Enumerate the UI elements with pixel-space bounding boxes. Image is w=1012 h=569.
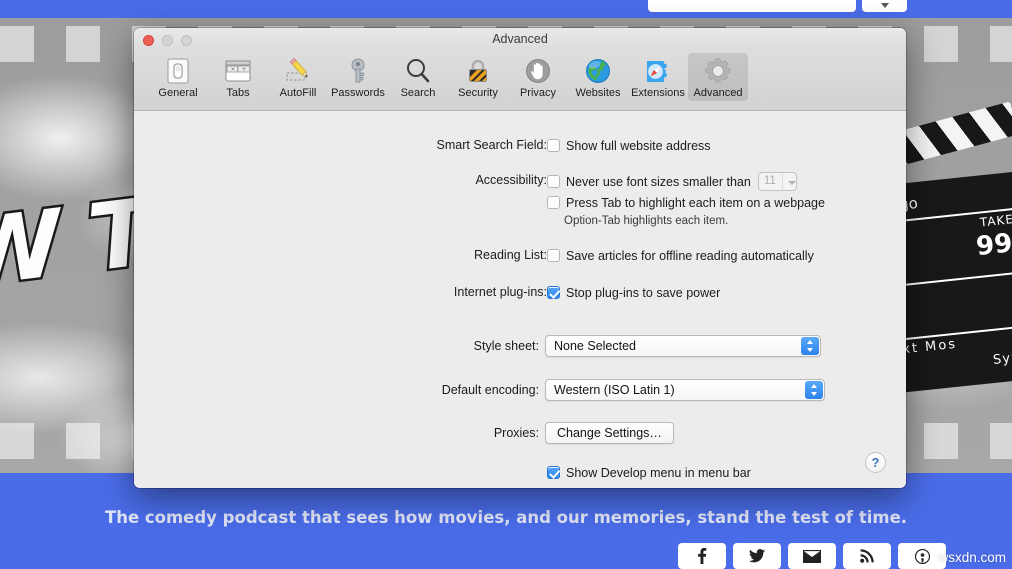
toolbar-label: General [158, 87, 198, 99]
stop-plugins-checkbox[interactable] [547, 286, 560, 299]
min-font-size-checkbox[interactable] [547, 175, 560, 188]
smart-search-label: Smart Search Field: [436, 138, 547, 152]
toolbar-item-privacy[interactable]: Privacy [508, 53, 568, 101]
site-tagline: The comedy podcast that sees how movies,… [104, 508, 908, 527]
accessibility-font-size-control: Never use font sizes smaller than 11 [547, 172, 797, 191]
tabs-icon: × + [225, 60, 251, 82]
toolbar-label: Security [458, 87, 498, 99]
updown-chevrons-icon [805, 381, 823, 399]
stop-plugins-label: Stop plug-ins to save power [566, 286, 721, 300]
twitter-icon[interactable] [733, 543, 781, 569]
passwords-icon [351, 58, 365, 83]
proxies-control: Change Settings… [545, 422, 674, 444]
facebook-glyph [698, 548, 707, 564]
maximize-button[interactable] [181, 35, 192, 46]
envelope-glyph [803, 549, 821, 563]
window-titlebar: Advanced [134, 28, 906, 51]
search-icon [407, 59, 430, 83]
toolbar-label: Advanced [693, 87, 743, 99]
accessibility-tab-control: Press Tab to highlight each item on a we… [547, 194, 825, 212]
window-title: Advanced [492, 32, 548, 46]
updown-chevrons-icon [801, 337, 819, 355]
style-sheet-value: None Selected [554, 339, 637, 353]
social-links [678, 543, 946, 569]
style-sheet-popup[interactable]: None Selected [545, 335, 821, 357]
minimize-button[interactable] [162, 35, 173, 46]
site-search-input[interactable] [648, 0, 856, 12]
site-top-bar [0, 0, 1012, 18]
show-develop-menu-label: Show Develop menu in menu bar [566, 466, 751, 480]
toolbar-item-tabs[interactable]: × + Tabs [208, 53, 268, 101]
preferences-window: Advanced General × + Tabs AutoFill Passw… [134, 28, 906, 488]
toolbar-label: Extensions [631, 87, 685, 99]
rss-glyph [860, 549, 874, 563]
min-font-size-value: 11 [763, 175, 776, 187]
security-icon [469, 59, 487, 82]
develop-menu-control: Show Develop menu in menu bar [547, 464, 751, 482]
reading-list-label: Reading List: [474, 248, 547, 262]
default-encoding-popup[interactable]: Western (ISO Latin 1) [545, 379, 825, 401]
help-button[interactable]: ? [865, 452, 886, 473]
toolbar-label: Privacy [519, 87, 557, 99]
caret-down-icon [880, 3, 889, 8]
general-icon [167, 58, 189, 84]
style-sheet-label: Style sheet: [473, 339, 539, 353]
clapper-take-number: 99 [974, 228, 1012, 263]
twitter-glyph [749, 549, 765, 563]
facebook-icon[interactable] [678, 543, 726, 569]
chevron-down-icon [787, 181, 796, 185]
toolbar-item-advanced[interactable]: Advanced [688, 53, 748, 101]
autofill-icon [286, 57, 308, 81]
site-search-button[interactable] [862, 0, 907, 12]
combo-separator [781, 174, 783, 191]
show-full-address-checkbox[interactable] [547, 139, 560, 152]
extensions-icon [647, 61, 667, 82]
show-full-address-label: Show full website address [566, 139, 711, 153]
toolbar-item-websites[interactable]: Websites [568, 53, 628, 101]
email-icon[interactable] [788, 543, 836, 569]
toolbar-item-search[interactable]: Search [388, 53, 448, 101]
podcast-glyph [914, 548, 930, 564]
toolbar-item-passwords[interactable]: Passwords [328, 53, 388, 101]
websites-icon [586, 59, 610, 83]
smart-search-control: Show full website address [547, 137, 711, 155]
toolbar-item-security[interactable]: Security [448, 53, 508, 101]
privacy-icon [526, 59, 550, 83]
min-font-size-label: Never use font sizes smaller than [566, 175, 751, 189]
default-encoding-value: Western (ISO Latin 1) [554, 383, 675, 397]
clapper-line5: Sync [992, 349, 1012, 368]
toolbar-label: Search [400, 87, 436, 99]
site-watermark: wsxdn.com [938, 550, 1006, 565]
accessibility-label: Accessibility: [475, 173, 547, 187]
advanced-settings-panel: Smart Search Field: Show full website ad… [134, 111, 906, 487]
preferences-toolbar: General × + Tabs AutoFill Passwords Sear… [134, 51, 906, 111]
save-articles-offline-label: Save articles for offline reading automa… [566, 249, 814, 263]
svg-text:+: + [242, 66, 247, 73]
advanced-icon [705, 58, 731, 83]
change-settings-button[interactable]: Change Settings… [545, 422, 674, 444]
toolbar-label: Websites [575, 87, 621, 99]
clapper-take-label: TAKE [979, 212, 1012, 230]
proxies-label: Proxies: [493, 426, 539, 440]
internet-plugins-label: Internet plug-ins: [453, 285, 547, 299]
internet-plugins-control: Stop plug-ins to save power [547, 284, 720, 302]
press-tab-highlight-label: Press Tab to highlight each item on a we… [566, 196, 825, 210]
close-button[interactable] [143, 35, 154, 46]
press-tab-highlight-checkbox[interactable] [547, 196, 560, 209]
min-font-size-combo[interactable]: 11 [757, 172, 797, 191]
toolbar-label: Tabs [226, 87, 250, 99]
toolbar-label: Passwords [331, 87, 385, 99]
toolbar-item-extensions[interactable]: Extensions [628, 53, 688, 101]
toolbar-item-autofill[interactable]: AutoFill [268, 53, 328, 101]
svg-text:×: × [231, 66, 236, 73]
reading-list-control: Save articles for offline reading automa… [547, 247, 814, 265]
show-develop-menu-checkbox[interactable] [547, 466, 560, 479]
rss-icon[interactable] [843, 543, 891, 569]
toolbar-label: AutoFill [279, 87, 317, 99]
accessibility-hint: Option-Tab highlights each item. [564, 215, 729, 227]
webpage-background: W TI ears Ago TAKE 99 RKLY JOE Int Ext M… [0, 0, 1012, 569]
toolbar-item-general[interactable]: General [148, 53, 208, 101]
save-articles-offline-checkbox[interactable] [547, 249, 560, 262]
default-encoding-label: Default encoding: [441, 383, 539, 397]
